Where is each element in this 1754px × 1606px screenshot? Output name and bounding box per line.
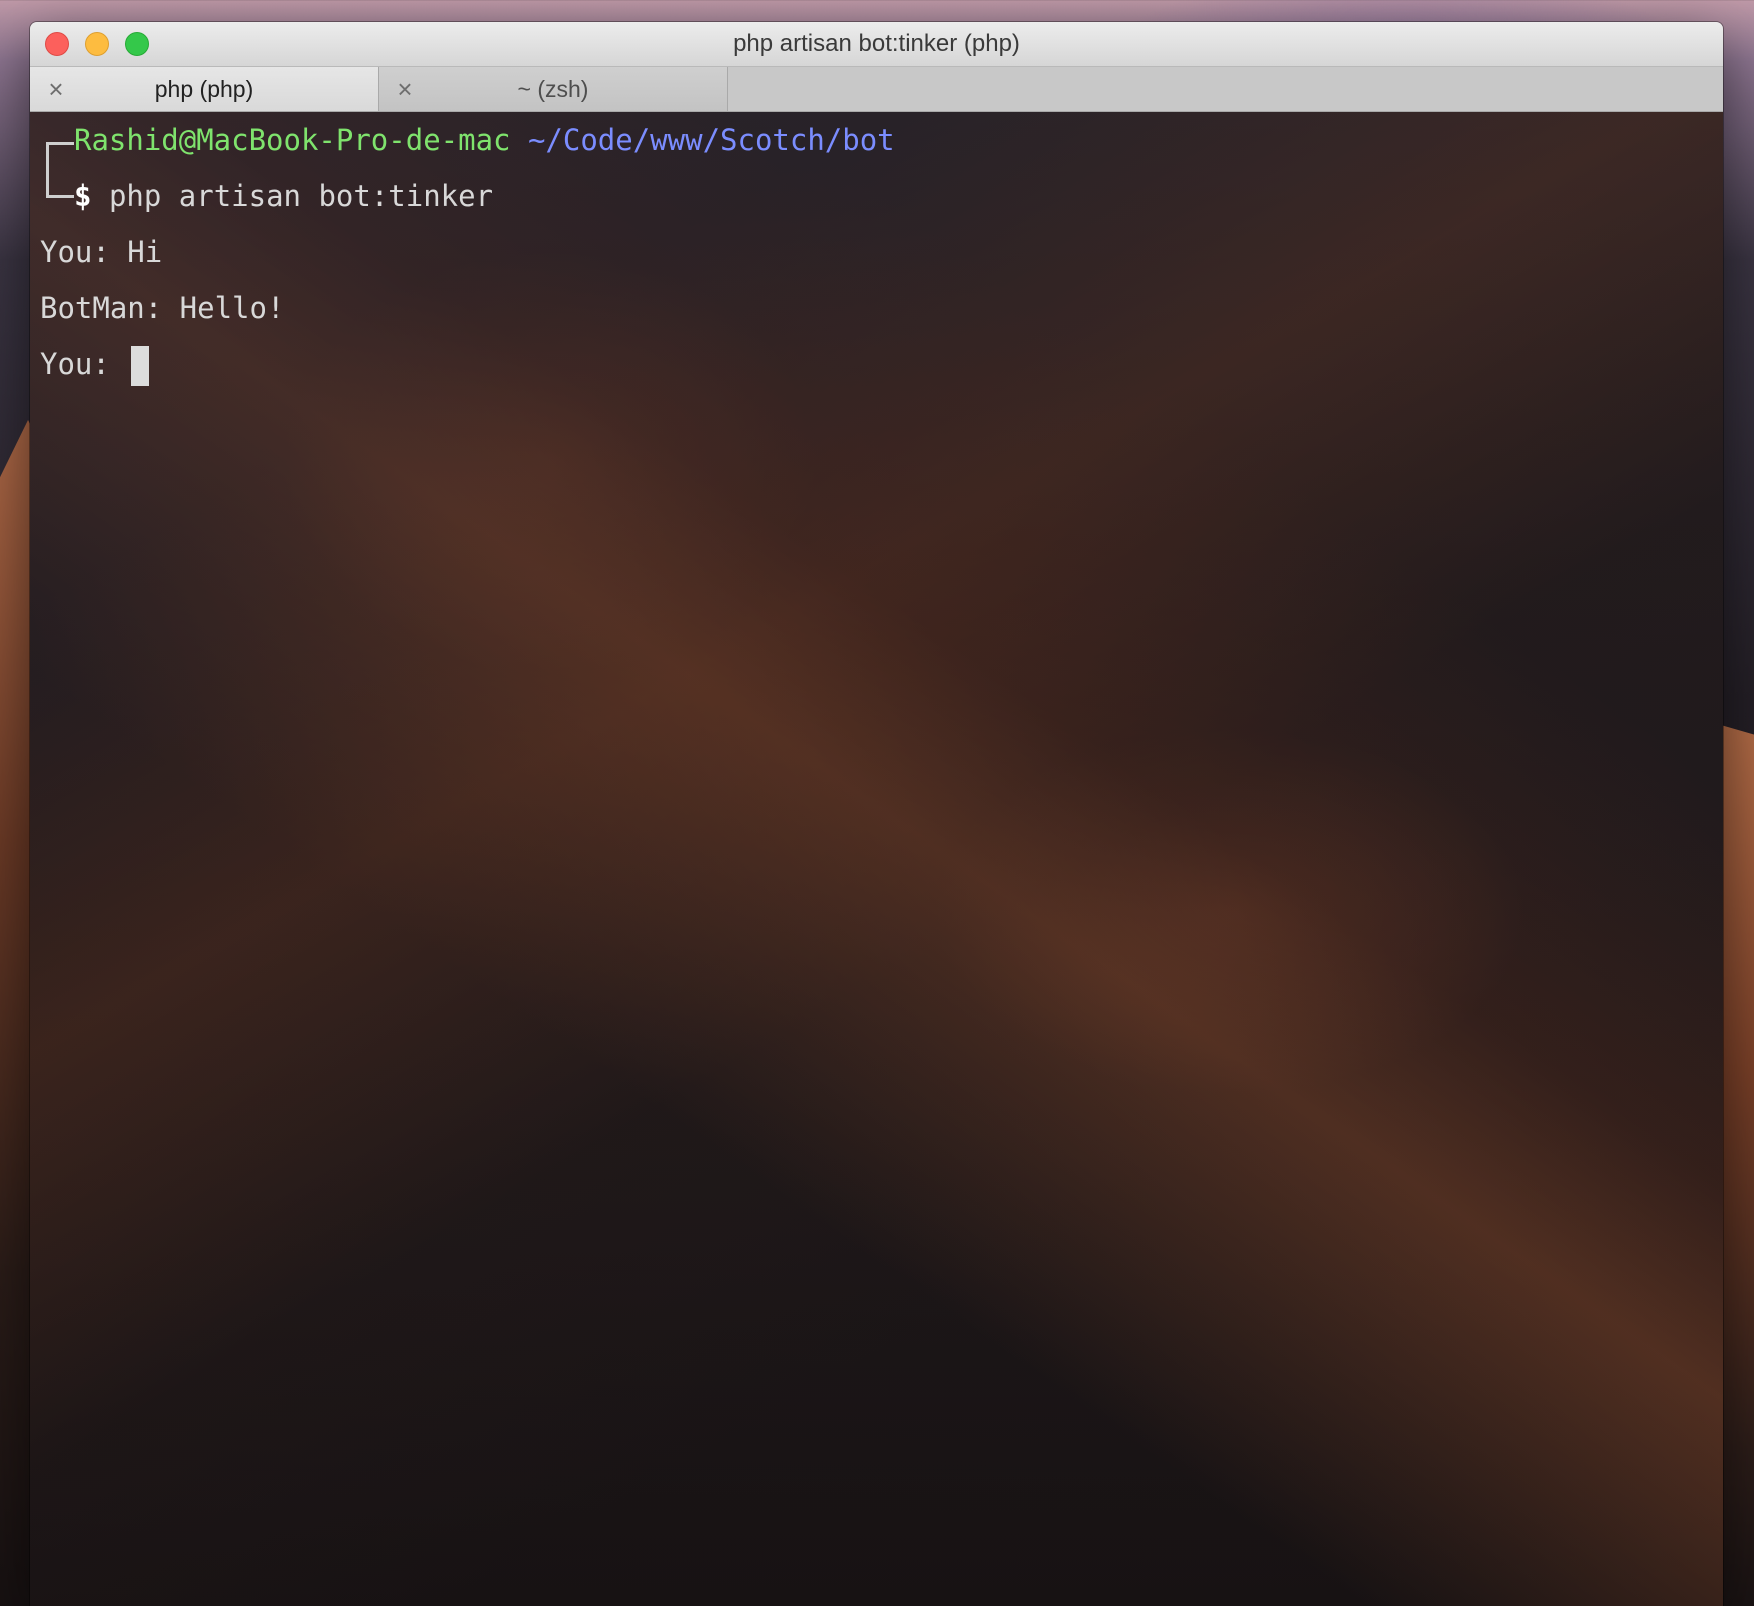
output-line: BotMan: Hello! bbox=[40, 291, 285, 325]
input-prompt: You: bbox=[40, 347, 128, 381]
prompt-cwd: ~/Code/www/Scotch/bot bbox=[527, 123, 895, 157]
output-line: You: Hi bbox=[40, 235, 163, 269]
tab-zsh[interactable]: × ~ (zsh) bbox=[379, 67, 728, 111]
tab-label: php (php) bbox=[154, 76, 254, 102]
tab-bar-empty-area[interactable] bbox=[728, 67, 1723, 111]
tab-php[interactable]: × php (php) bbox=[30, 67, 379, 111]
prompt-corner-bottom bbox=[46, 170, 74, 198]
tab-label: ~ (zsh) bbox=[517, 76, 589, 102]
prompt-line: Rashid@MacBook-Pro-de-mac ~/Code/www/Sco… bbox=[40, 112, 895, 170]
terminal-output[interactable]: Rashid@MacBook-Pro-de-mac ~/Code/www/Sco… bbox=[30, 112, 1723, 1606]
command-text: php artisan bot:tinker bbox=[108, 179, 494, 213]
prompt-user-host: Rashid@MacBook-Pro-de-mac bbox=[74, 123, 511, 157]
title-bar[interactable]: php artisan bot:tinker (php) bbox=[30, 22, 1723, 67]
prompt-symbol: $ bbox=[74, 179, 92, 213]
window-title: php artisan bot:tinker (php) bbox=[733, 30, 1020, 57]
text-cursor bbox=[131, 346, 150, 386]
input-line[interactable]: You: bbox=[40, 336, 150, 392]
tab-bar: × php (php) × ~ (zsh) bbox=[30, 67, 1723, 112]
prompt-corner-top bbox=[46, 142, 74, 170]
terminal-window: php artisan bot:tinker (php) × php (php)… bbox=[30, 22, 1723, 1606]
command-line: $ php artisan bot:tinker bbox=[40, 168, 493, 224]
